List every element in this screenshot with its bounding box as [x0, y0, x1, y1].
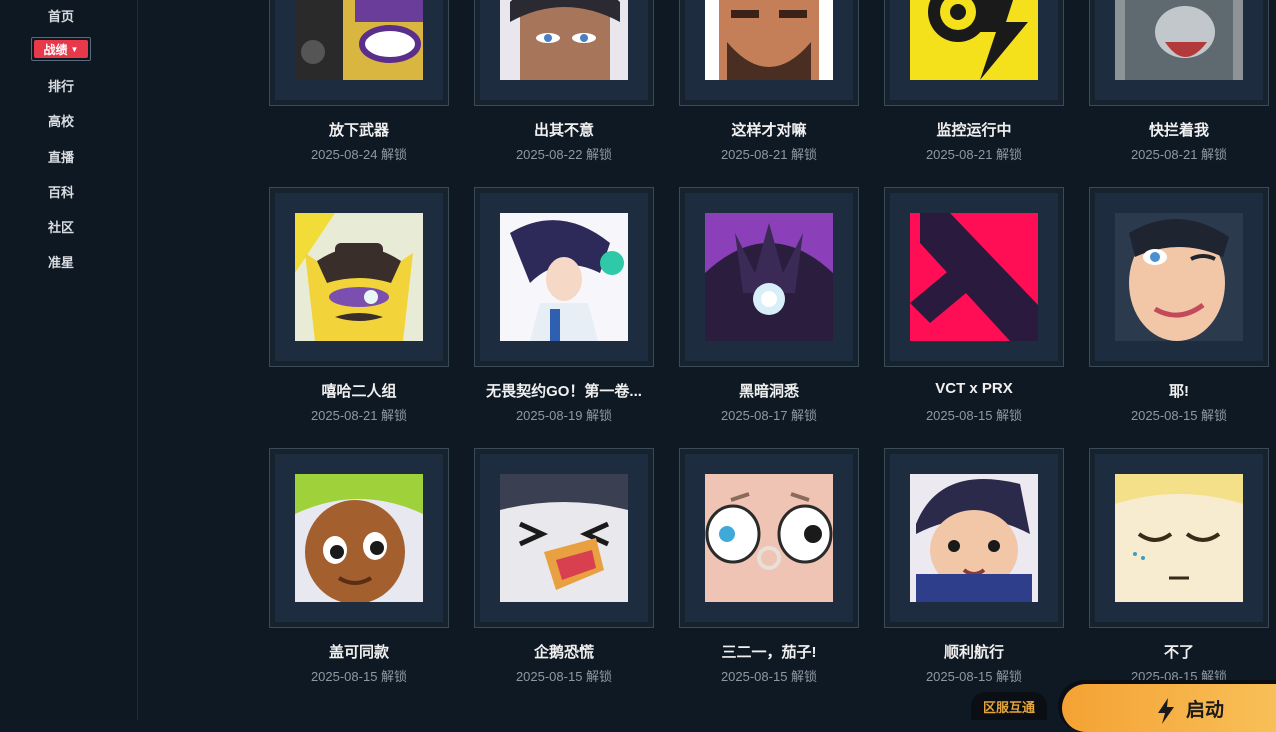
spray-date: 2025-08-21 解锁 [925, 147, 1023, 162]
spray-date: 2025-08-15 解锁 [925, 669, 1023, 684]
spray-date: 2025-08-15 解锁 [925, 408, 1023, 423]
nav-item-community[interactable]: 社区 [0, 217, 122, 236]
spray-date: 2025-08-21 解锁 [720, 147, 818, 162]
robot-yellow-spray-icon [295, 0, 423, 80]
spray-frame [679, 187, 859, 367]
spray-title: 盖可同款 [328, 644, 389, 661]
green-hair-kid-spray-icon [295, 474, 423, 602]
winking-woman-spray-icon [1115, 213, 1243, 341]
spray-title: 不了 [1163, 644, 1194, 661]
spray-title: 监控运行中 [936, 122, 1012, 139]
penguin-spray-icon [500, 474, 628, 602]
camera-yellow-spray-icon [910, 0, 1038, 80]
pilot-boy-spray-icon [910, 474, 1038, 602]
spray-frame [474, 0, 654, 106]
region-crossplay-badge[interactable]: 区服互通 [971, 692, 1047, 720]
spray-title: VCT x PRX [935, 380, 1013, 397]
spray-frame [269, 187, 449, 367]
spray-frame [474, 448, 654, 628]
spray-title: 这样才对嘛 [731, 122, 807, 139]
spray-title: 放下武器 [328, 122, 389, 139]
badger-spray-icon [1115, 0, 1243, 80]
spray-title: 无畏契约GO！第一卷... [486, 383, 642, 400]
nav-item-home[interactable]: 首页 [0, 6, 122, 25]
wide-eyed-face-spray-icon [705, 474, 833, 602]
spray-title: 嘻哈二人组 [321, 383, 397, 400]
sleepy-blonde-spray-icon [1115, 474, 1243, 602]
spray-frame [269, 448, 449, 628]
spray-frame [884, 0, 1064, 106]
spray-title: 三二一，茄子! [721, 644, 817, 661]
cowboy-bird-spray-icon [295, 213, 423, 341]
nav-item-record-active[interactable]: 战绩 ▼ [31, 37, 91, 61]
spray-date: 2025-08-17 解锁 [720, 408, 818, 423]
spray-frame [269, 0, 449, 106]
launch-button[interactable]: 启动 [1058, 680, 1276, 732]
nav-item-crosshair[interactable]: 准星 [0, 252, 122, 271]
spray-title: 快拦着我 [1148, 122, 1209, 139]
spray-date: 2025-08-22 解锁 [515, 147, 613, 162]
spray-date: 2025-08-24 解锁 [310, 147, 408, 162]
spray-frame [474, 187, 654, 367]
sidebar: 首页 战绩 ▼ 排行 高校 直播 百科 社区 准星 [0, 0, 138, 720]
spray-title: 顺利航行 [943, 644, 1004, 661]
spray-frame [884, 448, 1064, 628]
spray-date: 2025-08-15 解锁 [515, 669, 613, 684]
spray-title: 出其不意 [533, 122, 594, 139]
spray-date: 2025-08-15 解锁 [720, 669, 818, 684]
nav-item-wiki[interactable]: 百科 [0, 182, 122, 201]
spray-date: 2025-08-15 解锁 [310, 669, 408, 684]
prx-logo-spray-icon [910, 213, 1038, 341]
spray-grid: 放下武器 2025-08-24 解锁 出其不意 2025-08-22 解锁 这样… [138, 0, 1276, 720]
spray-date: 2025-08-15 解锁 [1130, 408, 1228, 423]
launch-label: 启动 [1186, 699, 1225, 721]
spray-title: 黑暗洞悉 [738, 383, 799, 400]
nav-item-live[interactable]: 直播 [0, 147, 122, 166]
nav-item-record-label: 战绩 [43, 42, 68, 57]
agent-portrait-spray-icon [500, 0, 628, 80]
spray-date: 2025-08-21 解锁 [1130, 147, 1228, 162]
anime-girl-spray-icon [500, 213, 628, 341]
spray-frame [679, 0, 859, 106]
caret-down-icon: ▼ [70, 44, 79, 54]
dark-creature-spray-icon [705, 213, 833, 341]
spray-title: 企鹅恐慌 [533, 644, 594, 661]
spray-frame [884, 187, 1064, 367]
nav-item-college[interactable]: 高校 [0, 111, 122, 130]
lightning-icon [1158, 698, 1174, 724]
spray-frame [1089, 0, 1269, 106]
spray-date: 2025-08-19 解锁 [515, 408, 613, 423]
nav-item-ranking[interactable]: 排行 [0, 76, 122, 95]
spray-frame [679, 448, 859, 628]
bearded-man-spray-icon [705, 0, 833, 80]
spray-frame [1089, 187, 1269, 367]
spray-title: 耶! [1169, 383, 1189, 400]
spray-frame [1089, 448, 1269, 628]
spray-date: 2025-08-21 解锁 [310, 408, 408, 423]
